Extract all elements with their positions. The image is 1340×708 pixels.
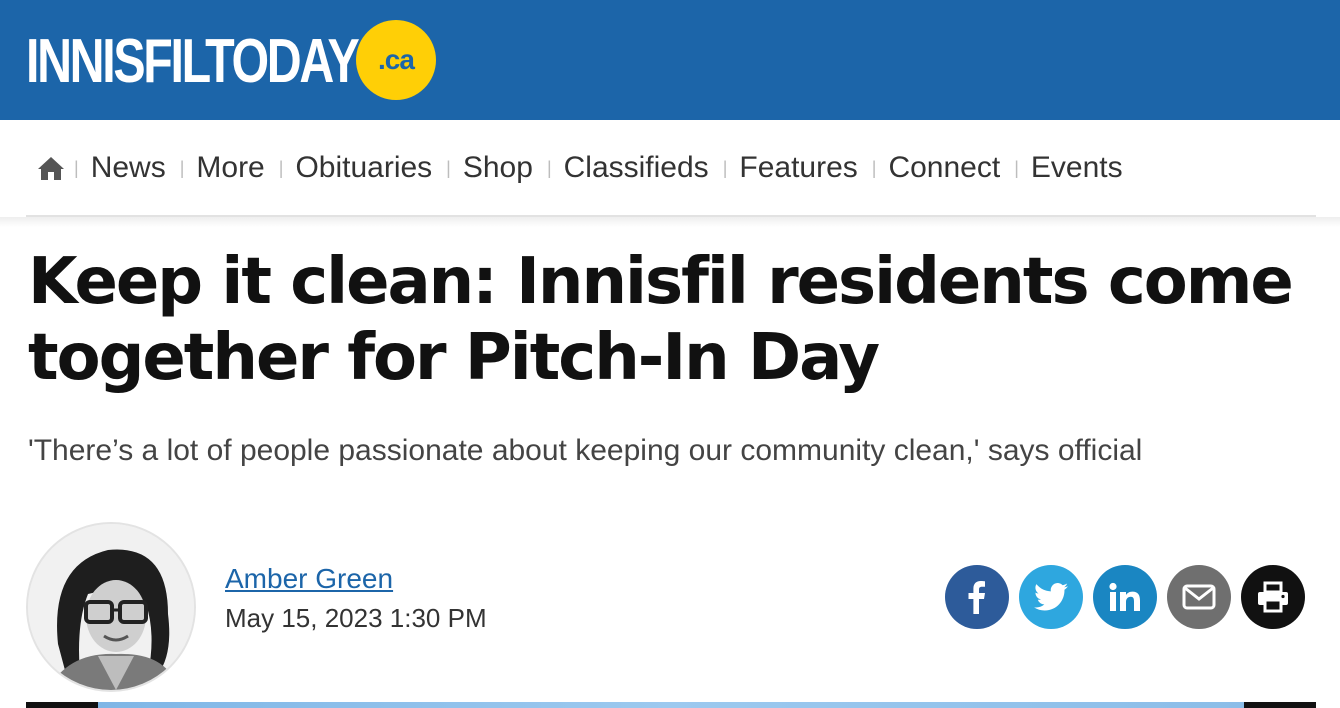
- logo-badge-text: .ca: [378, 44, 415, 75]
- nav-item-shop[interactable]: Shop: [463, 151, 533, 185]
- nav-shadow: [0, 217, 1340, 227]
- nav-separator: |: [179, 157, 185, 178]
- nav-separator: |: [74, 157, 79, 178]
- nav-separator: |: [871, 157, 877, 178]
- nav-separator: |: [722, 157, 728, 178]
- nav-item-classifieds[interactable]: Classifieds: [564, 151, 709, 185]
- print-button[interactable]: [1241, 565, 1305, 629]
- home-icon[interactable]: [36, 153, 66, 183]
- nav-item-connect[interactable]: Connect: [888, 151, 1000, 185]
- lead-image[interactable]: [26, 702, 1316, 708]
- nav-separator: |: [546, 157, 552, 178]
- nav-item-obituaries[interactable]: Obituaries: [295, 151, 432, 185]
- twitter-share-button[interactable]: [1019, 565, 1083, 629]
- nav-item-more[interactable]: More: [196, 151, 264, 185]
- facebook-icon: [968, 581, 985, 614]
- nav-separator: |: [446, 157, 451, 178]
- share-buttons: [945, 565, 1305, 629]
- site-header: INNISFILTODAY .ca: [0, 0, 1340, 120]
- article-subhead: 'There’s a lot of people passionate abou…: [28, 434, 1143, 467]
- lead-image-sky: [98, 702, 1244, 708]
- article-headline: Keep it clean: Innisfil residents come t…: [28, 245, 1294, 395]
- logo-text: INNISFILTODAY: [26, 27, 360, 96]
- linkedin-share-button[interactable]: [1093, 565, 1157, 629]
- email-share-button[interactable]: [1167, 565, 1231, 629]
- linkedin-icon: [1109, 582, 1140, 611]
- main-navigation: | News | More | Obituaries | Shop | Clas…: [0, 120, 1340, 215]
- publish-date: May 15, 2023 1:30 PM: [225, 603, 487, 633]
- nav-item-features[interactable]: Features: [739, 151, 857, 185]
- author-avatar[interactable]: [26, 522, 196, 692]
- author-name-link[interactable]: Amber Green: [225, 563, 393, 595]
- nav-item-news[interactable]: News: [91, 151, 166, 185]
- site-logo[interactable]: INNISFILTODAY .ca: [26, 20, 451, 102]
- email-icon: [1182, 584, 1216, 610]
- facebook-share-button[interactable]: [945, 565, 1009, 629]
- nav-separator: |: [278, 157, 284, 178]
- twitter-icon: [1034, 583, 1068, 611]
- logo-badge: .ca: [356, 20, 436, 100]
- nav-separator: |: [1014, 157, 1019, 178]
- print-icon: [1258, 581, 1288, 613]
- nav-item-events[interactable]: Events: [1031, 151, 1123, 185]
